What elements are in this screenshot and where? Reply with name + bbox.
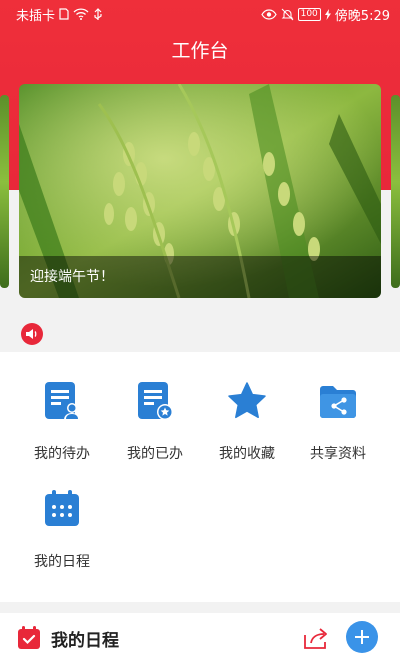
calendar-icon [45, 490, 79, 526]
mute-bell-icon [281, 8, 294, 21]
function-grid: 我的待办 我的已办 我的收藏 共享资料 我的日程 [0, 352, 400, 602]
grid-item-done[interactable]: 我的已办 [105, 381, 205, 463]
grid-item-todo[interactable]: 我的待办 [12, 381, 112, 463]
schedule-title: 我的日程 [51, 631, 119, 651]
banner-carousel[interactable]: 迎接端午节！ [19, 84, 381, 298]
announcement-speaker-icon [21, 323, 43, 345]
clock-time: 傍晚5:29 [334, 8, 390, 24]
grid-item-label: 我的收藏 [219, 446, 275, 462]
grid-item-label: 我的待办 [34, 446, 90, 462]
done-icon [138, 382, 173, 420]
wifi-icon [73, 8, 89, 20]
eye-icon [260, 8, 277, 20]
schedule-calendar-icon [18, 626, 40, 649]
carousel-next-peek[interactable] [391, 95, 400, 288]
battery-level: 100 [297, 7, 321, 21]
sim-icon [59, 8, 69, 20]
star-icon [228, 382, 266, 419]
status-bar: 未插卡 100 傍晚5:29 [0, 0, 400, 28]
shared-folder-icon [320, 386, 356, 418]
add-schedule-button[interactable] [346, 621, 378, 653]
usb-icon [93, 7, 103, 21]
page-title: 工作台 [171, 40, 229, 62]
grid-item-schedule[interactable]: 我的日程 [12, 489, 112, 571]
grid-item-label: 共享资料 [310, 446, 366, 462]
carousel-prev-peek[interactable] [0, 95, 9, 288]
carrier-text: 未插卡 [16, 8, 56, 24]
plus-icon [355, 630, 369, 644]
todo-icon [45, 382, 80, 420]
grid-item-favorites[interactable]: 我的收藏 [197, 381, 297, 463]
grid-item-label: 我的日程 [34, 554, 90, 570]
charging-icon [324, 8, 331, 20]
share-icon[interactable] [302, 625, 330, 651]
grid-item-shared[interactable]: 共享资料 [288, 381, 388, 463]
banner-caption: 迎接端午节！ [19, 256, 381, 298]
grid-item-label: 我的已办 [127, 446, 183, 462]
notice-bar[interactable] [0, 316, 400, 352]
